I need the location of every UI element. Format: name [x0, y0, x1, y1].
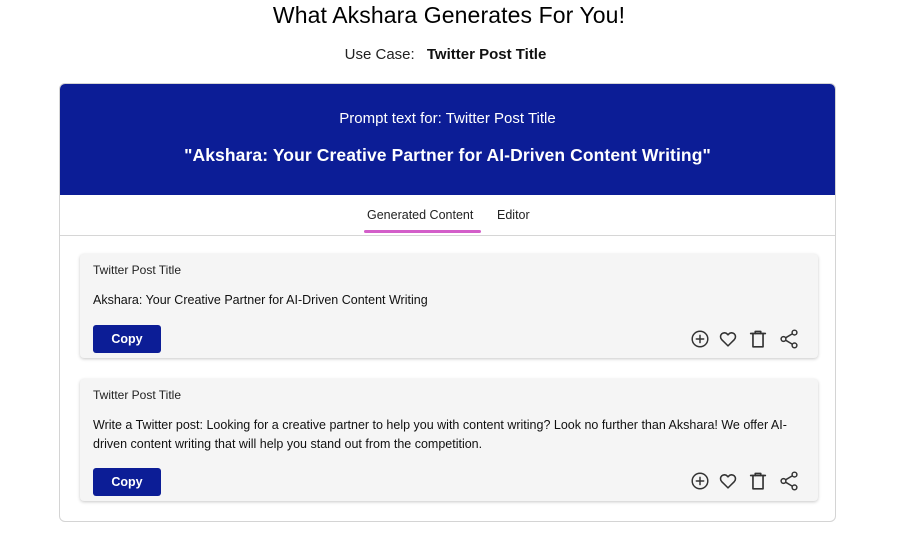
- page-title: What Akshara Generates For You!: [272, 2, 626, 28]
- content-card: Prompt text for: Twitter Post Title "Aks…: [59, 83, 836, 522]
- result-actions: [689, 470, 801, 492]
- active-tab-indicator: [364, 230, 481, 233]
- result-text: Write a Twitter post: Looking for a crea…: [93, 418, 787, 451]
- result-text: Akshara: Your Creative Partner for AI-Dr…: [93, 293, 428, 307]
- prompt-banner: Prompt text for: Twitter Post Title "Aks…: [60, 84, 835, 195]
- trash-icon[interactable]: [747, 328, 769, 350]
- trash-icon[interactable]: [747, 470, 769, 492]
- page: What Akshara Generates For You! Use Case…: [0, 0, 901, 543]
- result-label: Twitter Post Title: [93, 263, 182, 277]
- result-card: Twitter Post Title Write a Twitter post:…: [80, 379, 818, 501]
- use-case-value: Twitter Post Title: [426, 46, 547, 63]
- result-label: Twitter Post Title: [93, 388, 182, 402]
- add-circle-icon[interactable]: [689, 470, 711, 492]
- share-icon[interactable]: [778, 328, 800, 350]
- use-case-line: Use Case: Twitter Post Title: [0, 46, 891, 63]
- prompt-label: Prompt text for: Twitter Post Title: [339, 110, 556, 127]
- result-actions: [689, 328, 801, 350]
- share-icon[interactable]: [778, 470, 800, 492]
- copy-button[interactable]: Copy: [93, 468, 161, 496]
- copy-button[interactable]: Copy: [93, 325, 161, 353]
- heart-icon[interactable]: [717, 470, 739, 492]
- result-card: Twitter Post Title Akshara: Your Creativ…: [80, 254, 818, 358]
- tab-generated-content[interactable]: Generated Content: [367, 208, 473, 222]
- add-circle-icon[interactable]: [689, 328, 711, 350]
- heart-icon[interactable]: [717, 328, 739, 350]
- prompt-text: "Akshara: Your Creative Partner for AI-D…: [184, 145, 711, 165]
- tab-editor[interactable]: Editor: [497, 208, 530, 222]
- tab-bar: Generated Content Editor: [60, 195, 835, 236]
- use-case-label: Use Case:: [344, 46, 415, 63]
